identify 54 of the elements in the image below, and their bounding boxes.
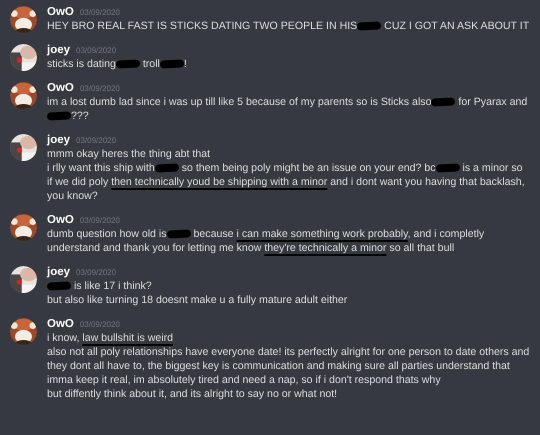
message-text: for Pyarax and <box>457 96 528 108</box>
username[interactable]: joey <box>47 134 70 146</box>
timestamp: 03/09/2020 <box>80 216 120 225</box>
message-text: i know, <box>47 332 80 344</box>
message-text: mmm okay heres the thing abt that <box>47 148 210 160</box>
timestamp: 03/09/2020 <box>80 84 120 93</box>
redaction-scribble <box>46 111 72 121</box>
timestamp: 03/09/2020 <box>76 136 116 145</box>
redaction-scribble <box>435 163 460 173</box>
message-text: they dont all have to, the biggest key is communication and making sure all parties understand that <box>47 360 510 372</box>
username[interactable]: OwO <box>47 6 74 18</box>
message-text: if we did poly <box>47 176 110 188</box>
message-text: but diffently think about it, and its alright to say no or what not! <box>47 388 338 400</box>
redaction-scribble <box>357 21 382 31</box>
underlined-text: i can make something work probably <box>236 228 408 240</box>
redaction-scribble <box>431 97 456 107</box>
username[interactable]: OwO <box>47 318 74 330</box>
message-text: ! <box>184 58 187 70</box>
redaction-scribble <box>154 163 179 173</box>
message-text: also not all poly relationships have everyone date! its perfectly alright for one person to date others and <box>47 346 530 358</box>
message-text: CUZ I GOT AN ASK ABOUT IT <box>383 20 530 32</box>
message-text: but also like turning 18 doesnt make u a fully mature adult either <box>47 294 348 306</box>
message-text: because <box>192 228 235 240</box>
message-text: so all that bull <box>388 242 454 254</box>
message-text: im a lost dumb lad since i was up till like 5 because of my parents so is Sticks also <box>47 96 432 108</box>
username[interactable]: OwO <box>47 82 74 94</box>
message-text: so them being poly might be an issue on your end? bc <box>180 162 436 174</box>
message-text: , and i completly <box>408 228 484 240</box>
redaction-scribble <box>116 59 140 69</box>
username[interactable]: joey <box>47 266 70 278</box>
message-text: and i dont want you having that backlash, <box>329 176 525 188</box>
timestamp: 03/09/2020 <box>80 320 120 329</box>
redaction-scribble <box>160 59 184 69</box>
message-text: is a minor so <box>461 162 523 174</box>
redaction-scribble <box>46 281 72 291</box>
message-text: HEY BRO REAL FAST IS STICKS DATING TWO PEOPLE IN HIS <box>47 20 358 32</box>
timestamp: 03/09/2020 <box>76 46 116 55</box>
timestamp: 03/09/2020 <box>80 8 120 17</box>
message-text: dumb question how old is <box>47 228 167 240</box>
username[interactable]: OwO <box>47 214 74 226</box>
message-text: you know? <box>47 190 98 202</box>
timestamp: 03/09/2020 <box>76 268 116 277</box>
underlined-text: then technically youd be shipping with a minor <box>111 176 328 188</box>
underlined-text: law bullshit is weird <box>82 332 174 344</box>
message-text: ??? <box>71 110 89 122</box>
message-text: understand and thank you for letting me know <box>47 242 262 254</box>
message-text: sticks is dating <box>47 58 116 70</box>
message-text: troll <box>142 58 160 70</box>
message-text: imma keep it real, im absolutely tired and need a nap, so if i don't respond thats why <box>47 374 441 386</box>
message-text: i rlly want this ship with <box>47 162 155 174</box>
underlined-text: they're technically a minor <box>264 242 386 254</box>
username[interactable]: joey <box>47 44 70 56</box>
redaction-scribble <box>166 229 191 239</box>
message-text: is like 17 i think? <box>72 280 152 292</box>
